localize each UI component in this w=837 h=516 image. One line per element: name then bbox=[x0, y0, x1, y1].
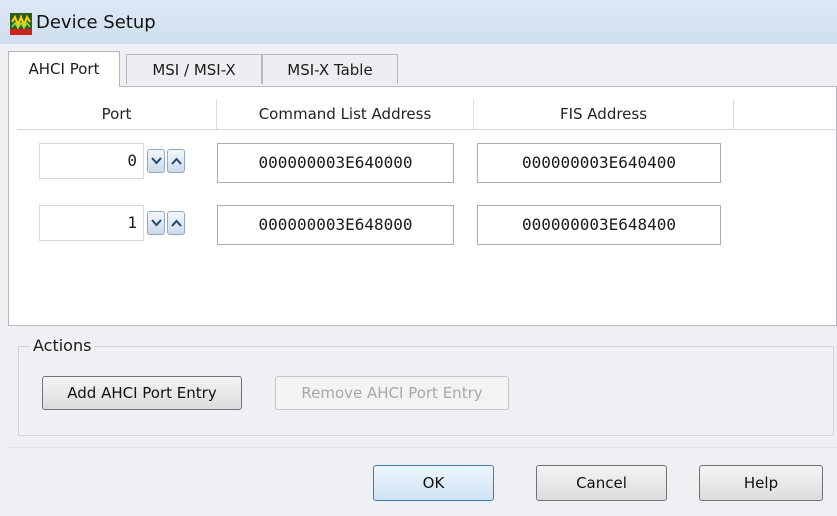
port-number-field[interactable]: 1 bbox=[39, 205, 144, 241]
ahci-port-panel: Port Command List Address FIS Address 0 … bbox=[8, 86, 837, 326]
remove-ahci-port-entry-button[interactable]: Remove AHCI Port Entry bbox=[275, 376, 509, 410]
help-button[interactable]: Help bbox=[699, 465, 823, 501]
chevron-up-icon bbox=[171, 157, 182, 165]
tab-ahci-port[interactable]: AHCI Port bbox=[8, 51, 120, 87]
chevron-up-icon bbox=[171, 219, 182, 227]
device-setup-icon bbox=[10, 13, 32, 35]
actions-group-label: Actions bbox=[30, 336, 95, 355]
tab-msi-msix[interactable]: MSI / MSI-X bbox=[126, 54, 262, 84]
port-decrement-button[interactable] bbox=[147, 211, 165, 235]
command-list-address-field[interactable]: 000000003E640000 bbox=[217, 143, 454, 183]
tab-msix-table[interactable]: MSI-X Table bbox=[262, 54, 398, 84]
column-header-command-list-address: Command List Address bbox=[217, 99, 474, 129]
column-header-fis-address: FIS Address bbox=[474, 99, 734, 129]
ok-button[interactable]: OK bbox=[373, 465, 494, 501]
port-increment-button[interactable] bbox=[167, 211, 185, 235]
chevron-down-icon bbox=[151, 157, 162, 165]
footer-divider bbox=[8, 447, 837, 448]
port-increment-button[interactable] bbox=[167, 149, 185, 173]
title-bar: Device Setup bbox=[0, 0, 837, 44]
fis-address-field[interactable]: 000000003E640400 bbox=[477, 143, 721, 183]
port-decrement-button[interactable] bbox=[147, 149, 165, 173]
port-number-field[interactable]: 0 bbox=[39, 143, 144, 179]
add-ahci-port-entry-button[interactable]: Add AHCI Port Entry bbox=[42, 376, 242, 410]
fis-address-field[interactable]: 000000003E648400 bbox=[477, 205, 721, 245]
window-title: Device Setup bbox=[36, 12, 156, 33]
cancel-button[interactable]: Cancel bbox=[536, 465, 667, 501]
command-list-address-field[interactable]: 000000003E648000 bbox=[217, 205, 454, 245]
table-row: 0 000000003E640000 000000003E640400 bbox=[9, 143, 837, 183]
chevron-down-icon bbox=[151, 219, 162, 227]
table-header: Port Command List Address FIS Address bbox=[17, 99, 837, 130]
table-row: 1 000000003E648000 000000003E648400 bbox=[9, 205, 837, 245]
column-header-port: Port bbox=[17, 99, 217, 129]
